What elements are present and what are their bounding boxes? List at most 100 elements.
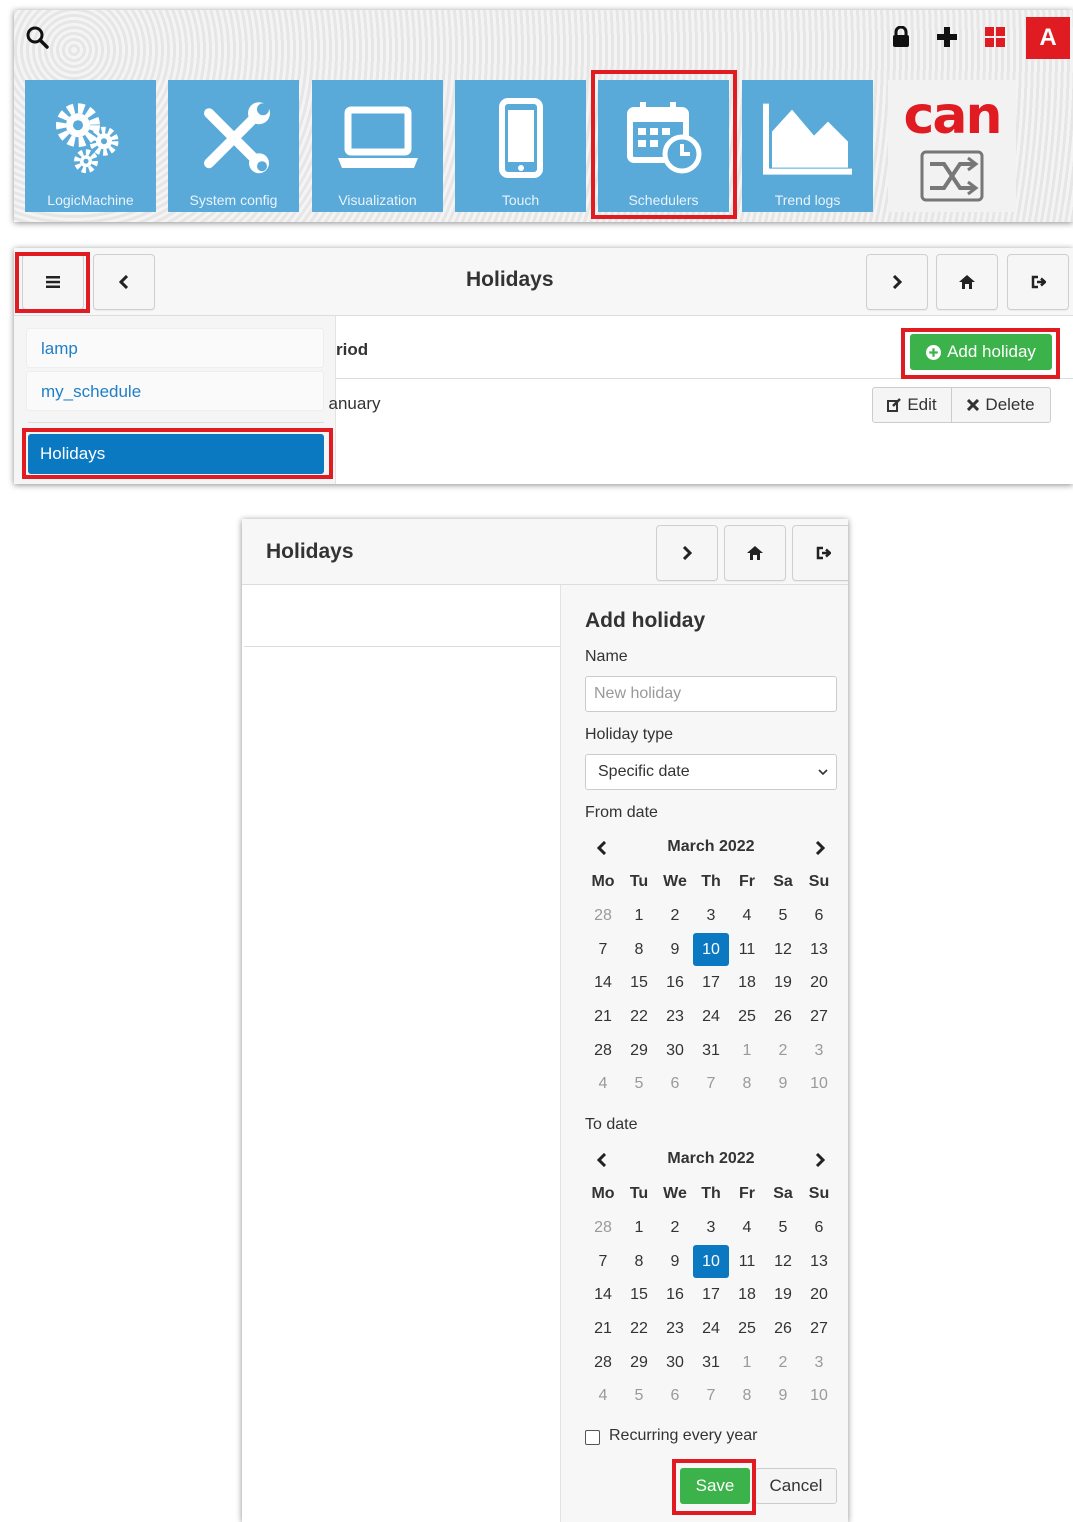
recurring-checkbox[interactable] (585, 1430, 600, 1445)
calendar-day[interactable]: 2 (657, 1211, 693, 1245)
calendar-day[interactable]: 9 (657, 933, 693, 967)
calendar-day[interactable]: 17 (693, 966, 729, 1000)
calendar-day[interactable]: 7 (693, 1379, 729, 1413)
next-month-button[interactable] (809, 1149, 831, 1171)
calendar-day[interactable]: 3 (693, 1211, 729, 1245)
add-icon[interactable] (934, 24, 960, 50)
calendar-day[interactable]: 6 (657, 1067, 693, 1101)
calendar-day[interactable]: 2 (657, 899, 693, 933)
calendar-day-selected[interactable]: 10 (693, 1244, 729, 1279)
tile-touch[interactable]: Touch (455, 80, 586, 212)
calendar-day[interactable]: 14 (585, 1278, 621, 1312)
home-button[interactable] (724, 525, 786, 581)
apps-grid-icon[interactable] (982, 24, 1008, 50)
calendar-day[interactable]: 7 (693, 1067, 729, 1101)
edit-button[interactable]: Edit (872, 387, 952, 423)
calendar-day[interactable]: 28 (585, 1346, 621, 1380)
calendar-day[interactable]: 11 (729, 933, 765, 967)
calendar-day[interactable]: 16 (657, 1278, 693, 1312)
sidebar-item-my-schedule[interactable]: my_schedule (26, 371, 324, 411)
calendar-day[interactable]: 23 (657, 1312, 693, 1346)
logout-button[interactable] (1007, 254, 1069, 310)
calendar-day[interactable]: 1 (729, 1346, 765, 1380)
calendar-day[interactable]: 22 (621, 1000, 657, 1034)
calendar-day[interactable]: 11 (729, 1245, 765, 1279)
add-holiday-button[interactable]: Add holiday (910, 334, 1052, 370)
calendar-day[interactable]: 23 (657, 1000, 693, 1034)
search-icon[interactable] (24, 24, 50, 50)
calendar-day[interactable]: 18 (729, 966, 765, 1000)
calendar-day[interactable]: 1 (729, 1034, 765, 1068)
calendar-day[interactable]: 17 (693, 1278, 729, 1312)
calendar-day[interactable]: 4 (729, 899, 765, 933)
lock-icon[interactable] (888, 24, 914, 50)
next-month-button[interactable] (809, 837, 831, 859)
calendar-day[interactable]: 3 (801, 1034, 837, 1068)
delete-button[interactable]: Delete (951, 387, 1051, 423)
calendar-day[interactable]: 19 (765, 1278, 801, 1312)
calendar-day[interactable]: 21 (585, 1312, 621, 1346)
sidebar-item-lamp[interactable]: lamp (26, 328, 324, 368)
tile-trend-logs[interactable]: Trend logs (742, 80, 873, 212)
calendar-day[interactable]: 27 (801, 1312, 837, 1346)
cancel-button[interactable]: Cancel (755, 1468, 837, 1504)
calendar-day[interactable]: 4 (585, 1379, 621, 1413)
calendar-day[interactable]: 22 (621, 1312, 657, 1346)
calendar-day[interactable]: 27 (801, 1000, 837, 1034)
tile-schedulers[interactable]: Schedulers (598, 80, 729, 212)
calendar-day[interactable]: 2 (765, 1346, 801, 1380)
tile-visualization[interactable]: Visualization (312, 80, 443, 212)
calendar-day[interactable]: 25 (729, 1312, 765, 1346)
calendar-day[interactable]: 2 (765, 1034, 801, 1068)
calendar-day[interactable]: 21 (585, 1000, 621, 1034)
sidebar-item-holidays[interactable]: Holidays (28, 434, 324, 474)
forward-button[interactable] (656, 525, 718, 581)
calendar-day[interactable]: 3 (693, 899, 729, 933)
calendar-day[interactable]: 5 (621, 1067, 657, 1101)
calendar-day[interactable]: 24 (693, 1312, 729, 1346)
home-button[interactable] (936, 254, 998, 310)
calendar-day[interactable]: 14 (585, 966, 621, 1000)
calendar-day[interactable]: 12 (765, 933, 801, 967)
save-button[interactable]: Save (680, 1468, 750, 1504)
calendar-day[interactable]: 4 (729, 1211, 765, 1245)
calendar-day[interactable]: 4 (585, 1067, 621, 1101)
calendar-day[interactable]: 20 (801, 966, 837, 1000)
calendar-day[interactable]: 6 (801, 1211, 837, 1245)
calendar-day[interactable]: 5 (621, 1379, 657, 1413)
menu-button[interactable] (22, 254, 84, 310)
calendar-day[interactable]: 5 (765, 899, 801, 933)
calendar-day[interactable]: 29 (621, 1034, 657, 1068)
calendar-day[interactable]: 30 (657, 1034, 693, 1068)
calendar-day[interactable]: 6 (657, 1379, 693, 1413)
calendar-day[interactable]: 9 (765, 1379, 801, 1413)
calendar-day[interactable]: 12 (765, 1245, 801, 1279)
holiday-type-select[interactable]: Specific date (585, 754, 837, 790)
calendar-day[interactable]: 15 (621, 1278, 657, 1312)
calendar-day[interactable]: 15 (621, 966, 657, 1000)
calendar-day[interactable]: 16 (657, 966, 693, 1000)
calendar-day[interactable]: 1 (621, 1211, 657, 1245)
calendar-day[interactable]: 7 (585, 933, 621, 967)
calendar-day[interactable]: 8 (621, 933, 657, 967)
calendar-day[interactable]: 18 (729, 1278, 765, 1312)
calendar-day[interactable]: 25 (729, 1000, 765, 1034)
calendar-day[interactable]: 8 (621, 1245, 657, 1279)
calendar-day[interactable]: 26 (765, 1312, 801, 1346)
calendar-day[interactable]: 20 (801, 1278, 837, 1312)
calendar-day[interactable]: 30 (657, 1346, 693, 1380)
calendar-day-selected[interactable]: 10 (693, 932, 729, 967)
logout-button[interactable] (792, 525, 848, 581)
calendar-day[interactable]: 31 (693, 1034, 729, 1068)
calendar-day[interactable]: 9 (765, 1067, 801, 1101)
calendar-day[interactable]: 28 (585, 1034, 621, 1068)
calendar-day[interactable]: 26 (765, 1000, 801, 1034)
back-button[interactable] (93, 254, 155, 310)
calendar-day[interactable]: 13 (801, 1245, 837, 1279)
calendar-day[interactable]: 3 (801, 1346, 837, 1380)
calendar-day[interactable]: 28 (585, 1211, 621, 1245)
calendar-day[interactable]: 1 (621, 899, 657, 933)
calendar-day[interactable]: 31 (693, 1346, 729, 1380)
calendar-day[interactable]: 8 (729, 1379, 765, 1413)
user-badge[interactable]: A (1026, 17, 1070, 59)
